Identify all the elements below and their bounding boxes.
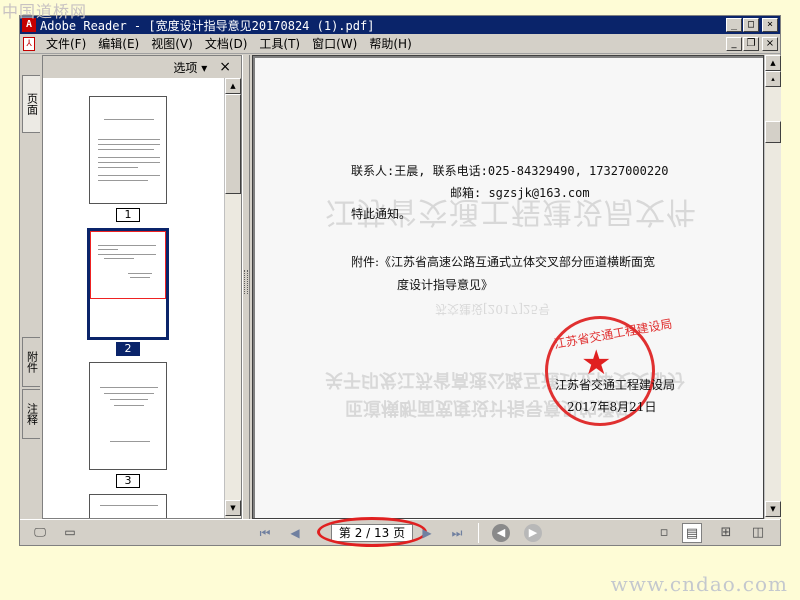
doc-restore-button[interactable]: ❐ bbox=[743, 36, 759, 51]
last-page-icon[interactable]: ⏭ bbox=[448, 524, 466, 542]
attachment-line-1: 附件:《江苏省高速公路互通式立体交叉部分匝道横断面宽 bbox=[351, 255, 656, 269]
page-thumbnail-2[interactable] bbox=[87, 228, 169, 340]
menu-view[interactable]: 视图(V) bbox=[145, 35, 199, 52]
doc-scroll-up-icon[interactable]: ▲ bbox=[765, 55, 781, 71]
email-line: 邮箱: sgzsjk@163.com bbox=[450, 186, 590, 200]
page-thumbnail-4[interactable] bbox=[89, 494, 167, 518]
options-dropdown[interactable]: 选项 ▾ bbox=[173, 59, 207, 76]
minimize-button[interactable]: _ bbox=[726, 18, 742, 32]
menu-help[interactable]: 帮助(H) bbox=[363, 35, 417, 52]
splitter-grip-icon bbox=[244, 270, 248, 294]
navigation-bar: 🖵 ▭ ⏮ ◀ 第 2 / 13 页 ▶ ⏭ ◀ ▶ ▫ ▤ ⊞ ◫ bbox=[20, 517, 780, 547]
adobe-reader-window: A Adobe Reader - [宽度设计指导意见20170824 (1).p… bbox=[19, 15, 781, 547]
scrollbar-thumb[interactable] bbox=[225, 94, 241, 194]
go-back-icon[interactable]: ◀ bbox=[492, 524, 510, 542]
attachment-line-2: 度设计指导意见》 bbox=[397, 278, 494, 292]
menu-file[interactable]: 文件(F) bbox=[40, 35, 92, 52]
doc-close-button[interactable]: × bbox=[762, 36, 778, 51]
doc-minimize-button[interactable]: _ bbox=[726, 36, 742, 51]
menu-document[interactable]: 文档(D) bbox=[199, 35, 254, 52]
title-bar: A Adobe Reader - [宽度设计指导意见20170824 (1).p… bbox=[20, 16, 780, 34]
single-page-icon[interactable]: ▫ bbox=[654, 523, 674, 543]
page-view-icon[interactable]: ▭ bbox=[62, 524, 78, 540]
next-page-icon[interactable]: ▶ bbox=[418, 524, 436, 542]
thumbnail-list: 1 2 3 bbox=[43, 78, 224, 518]
page-thumbnail-3[interactable] bbox=[89, 362, 167, 470]
tab-comments[interactable]: 注释 bbox=[22, 389, 40, 439]
scroll-down-arrow-icon[interactable]: ▼ bbox=[225, 500, 241, 516]
pdf-document-icon[interactable]: ⅄ bbox=[23, 36, 35, 51]
seal-text: 江苏省交通工程建设局 bbox=[552, 316, 674, 352]
page-thumbnail-1[interactable] bbox=[89, 96, 167, 204]
first-page-icon[interactable]: ⏮ bbox=[256, 524, 274, 542]
issuer-line: 江苏省交通工程建设局 bbox=[555, 378, 676, 392]
doc-scroll-page-up-icon[interactable]: ▴ bbox=[765, 71, 781, 87]
document-view[interactable]: 江苏省交通工程建设局文件 苏交建设[2017]25号 关于印发江苏省高速公路互通… bbox=[252, 55, 764, 519]
continuous-page-icon[interactable]: ▤ bbox=[682, 523, 702, 543]
page-number-label: 3 bbox=[116, 474, 140, 488]
panel-splitter[interactable] bbox=[242, 55, 250, 519]
window-title: Adobe Reader - [宽度设计指导意见20170824 (1).pdf… bbox=[40, 18, 375, 33]
menu-window[interactable]: 窗口(W) bbox=[306, 35, 363, 52]
notice-line: 特此通知。 bbox=[351, 207, 412, 221]
panel-close-button[interactable]: × bbox=[215, 59, 235, 75]
monitor-icon[interactable]: 🖵 bbox=[32, 524, 48, 540]
menu-tools[interactable]: 工具(T) bbox=[253, 35, 306, 52]
document-scrollbar[interactable]: ▲ ▴ ▼ bbox=[764, 55, 781, 519]
pdf-page: 江苏省交通工程建设局文件 苏交建设[2017]25号 关于印发江苏省高速公路互通… bbox=[255, 58, 763, 518]
tab-attachments[interactable]: 附件 bbox=[22, 337, 40, 387]
page-number-label-selected: 2 bbox=[116, 342, 140, 356]
scroll-up-arrow-icon[interactable]: ▲ bbox=[225, 78, 241, 94]
side-tabs: 页面 附件 注释 bbox=[20, 55, 42, 519]
watermark-bottom: www.cndao.com bbox=[610, 572, 788, 596]
watermark-top: 中国道桥网 bbox=[2, 2, 88, 21]
contact-line: 联系人:王晨, 联系电话:025-84329490, 17327000220 bbox=[351, 164, 669, 178]
pages-panel: 选项 ▾ × 1 2 3 ▲ ▼ bbox=[42, 55, 242, 519]
highlight-circle-annotation bbox=[317, 517, 427, 547]
close-button[interactable]: × bbox=[762, 18, 778, 32]
page-number-label: 1 bbox=[116, 208, 140, 222]
doc-scroll-down-icon[interactable]: ▼ bbox=[765, 501, 781, 517]
maximize-button[interactable]: □ bbox=[743, 18, 759, 32]
tab-pages[interactable]: 页面 bbox=[22, 75, 40, 133]
doc-scrollbar-thumb[interactable] bbox=[765, 121, 781, 143]
facing-pages-icon[interactable]: ⊞ bbox=[716, 523, 736, 543]
previous-page-icon[interactable]: ◀ bbox=[286, 524, 304, 542]
date-line: 2017年8月21日 bbox=[567, 400, 657, 414]
continuous-facing-icon[interactable]: ◫ bbox=[748, 523, 768, 543]
thumbnail-scrollbar[interactable]: ▲ ▼ bbox=[224, 78, 241, 518]
bleed-through-doc-number: 苏交建设[2017]25号 bbox=[435, 302, 551, 316]
menu-edit[interactable]: 编辑(E) bbox=[92, 35, 145, 52]
go-forward-icon[interactable]: ▶ bbox=[524, 524, 542, 542]
menu-bar: ⅄ 文件(F) 编辑(E) 视图(V) 文档(D) 工具(T) 窗口(W) 帮助… bbox=[20, 34, 780, 54]
